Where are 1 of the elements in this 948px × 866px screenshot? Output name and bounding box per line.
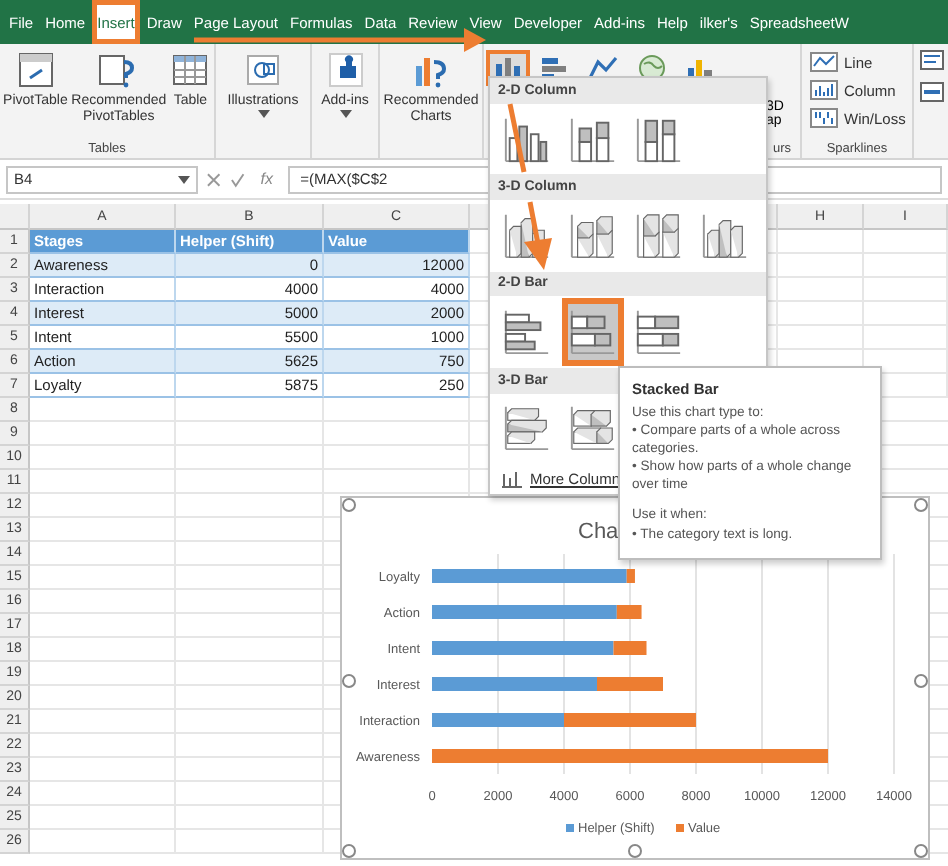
chart-title: Cha [578,520,619,544]
